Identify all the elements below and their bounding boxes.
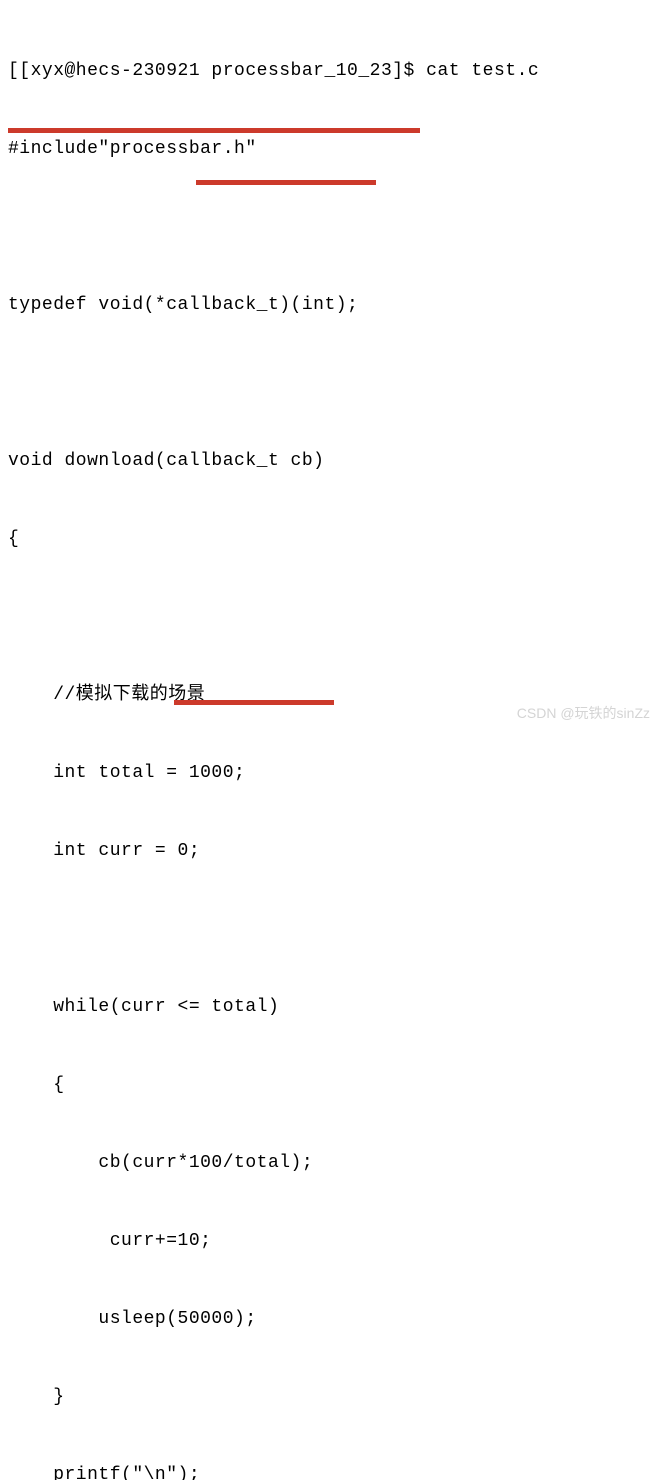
code-line: int total = 1000; [8, 760, 672, 786]
code-line: { [8, 1072, 672, 1098]
code-line: printf("\n"); [8, 1462, 672, 1480]
highlight-underline [196, 180, 376, 185]
highlight-underline [8, 128, 420, 133]
code-line: //模拟下载的场景 [8, 682, 672, 708]
code-block: [[xyx@hecs-230921 processbar_10_23]$ cat… [8, 6, 672, 1480]
code-line: } [8, 1384, 672, 1410]
highlight-underline [174, 700, 334, 705]
code-line [8, 214, 672, 240]
code-line [8, 916, 672, 942]
code-line: cb(curr*100/total); [8, 1150, 672, 1176]
code-line: [[xyx@hecs-230921 processbar_10_23]$ cat… [8, 58, 672, 84]
code-line: typedef void(*callback_t)(int); [8, 292, 672, 318]
code-line: curr+=10; [8, 1228, 672, 1254]
code-line: #include"processbar.h" [8, 136, 672, 162]
code-line: usleep(50000); [8, 1306, 672, 1332]
code-line: void download(callback_t cb) [8, 448, 672, 474]
code-line [8, 604, 672, 630]
code-line [8, 370, 672, 396]
code-line: int curr = 0; [8, 838, 672, 864]
code-line: { [8, 526, 672, 552]
code-line: while(curr <= total) [8, 994, 672, 1020]
